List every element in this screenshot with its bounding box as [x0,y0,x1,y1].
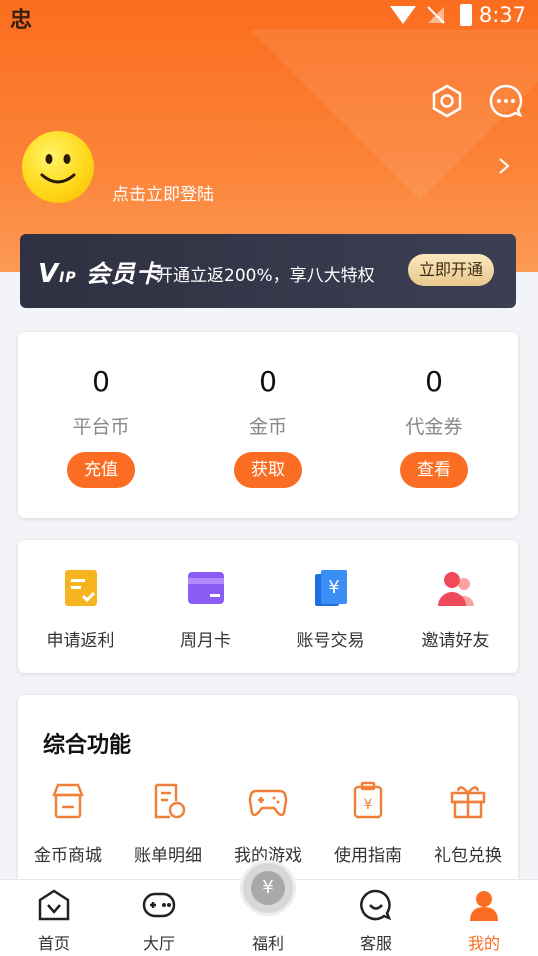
wifi-icon [390,6,416,24]
svg-text:¥: ¥ [328,577,339,598]
avatar[interactable] [22,131,94,203]
quick-weekly-card[interactable]: 周月卡 [143,540,268,673]
trade-icon: ¥ [315,570,347,606]
nav-welfare-label: 福利 [251,934,284,953]
gold-coin-value: 0 [259,365,277,398]
feature-coin-shop[interactable]: 金币商城 [18,775,118,885]
voucher-label: 代金券 [405,416,463,438]
nav-item-hall[interactable]: 大厅 [105,880,213,956]
wallet-platform-coin: 0 平台币 充值 [18,332,184,518]
quick-rebate[interactable]: 申请返利 [18,540,143,673]
welfare-icon: ¥ [251,871,285,905]
gold-coin-label: 金币 [248,416,287,438]
obtain-button[interactable]: 获取 [234,452,302,488]
chevron-right-icon[interactable] [496,156,512,176]
welfare-center-button[interactable]: ¥ [240,860,296,916]
feature-bill-details-label: 账单明细 [134,846,202,866]
nav-service-label: 客服 [359,934,392,953]
quick-actions-card: 申请返利 周月卡 ¥ 账号交易 邀请好友 [18,540,518,673]
features-title: 综合功能 [43,733,132,758]
recharge-button[interactable]: 充值 [67,452,135,488]
smiley-face-icon [40,154,76,184]
shop-icon [52,783,84,819]
vip-open-button[interactable]: 立即开通 [408,254,494,286]
nav-item-home[interactable]: 首页 [0,880,108,956]
feature-user-guide[interactable]: ¥ 使用指南 [318,775,418,885]
wallet-card: 0 平台币 充值 0 金币 获取 0 代金券 查看 [18,332,518,518]
home-icon [38,889,70,921]
no-signal-icon [427,6,445,24]
card-icon [188,572,224,604]
guide-icon: ¥ [353,781,383,819]
status-bar: 忠 8:37 [0,0,538,33]
game-hall-icon [142,892,176,918]
quick-invite-friends[interactable]: 邀请好友 [393,540,518,673]
quick-invite-friends-label: 邀请好友 [421,631,490,651]
service-icon [360,889,392,921]
gamepad-icon [248,789,288,817]
nav-item-profile[interactable]: 我的 [430,880,538,956]
nav-hall-label: 大厅 [142,934,175,953]
voucher-value: 0 [425,365,443,398]
chat-icon[interactable] [488,83,524,119]
vip-promo-text: 开通立返200%，享八大特权 [156,266,375,286]
vip-banner[interactable]: VIP 会员卡 开通立返200%，享八大特权 立即开通 [20,234,516,308]
gear-icon[interactable] [429,83,465,119]
feature-gift-redeem-label: 礼包兑换 [434,846,502,866]
view-button[interactable]: 查看 [400,452,468,488]
wallet-gold-coin: 0 金币 获取 [185,332,351,518]
svg-text:¥: ¥ [364,797,373,813]
quick-weekly-card-label: 周月卡 [180,631,231,651]
rebate-icon [65,570,97,606]
vip-logo: VIP 会员卡 [38,259,161,289]
nav-profile-label: 我的 [467,934,500,953]
platform-coin-label: 平台币 [72,416,130,438]
login-link[interactable]: 点击立即登陆 [112,180,214,205]
quick-rebate-label: 申请返利 [46,631,115,651]
profile-icon [470,891,498,921]
battery-icon [460,4,472,26]
nav-home-label: 首页 [37,934,70,953]
quick-account-trade-label: 账号交易 [296,631,365,651]
clock: 8:37 [478,3,526,27]
feature-user-guide-label: 使用指南 [334,846,402,866]
wallet-voucher: 0 代金券 查看 [351,332,517,518]
feature-gift-redeem[interactable]: 礼包兑换 [418,775,518,885]
bill-icon [154,783,186,819]
feature-coin-shop-label: 金币商城 [34,846,102,866]
gift-icon [450,786,486,819]
quick-account-trade[interactable]: ¥ 账号交易 [268,540,393,673]
platform-coin-value: 0 [92,365,110,398]
invite-icon [438,572,474,606]
nav-item-service[interactable]: 客服 [322,880,430,956]
app-badge: 忠 [10,8,33,33]
feature-bill-details[interactable]: 账单明细 [118,775,218,885]
